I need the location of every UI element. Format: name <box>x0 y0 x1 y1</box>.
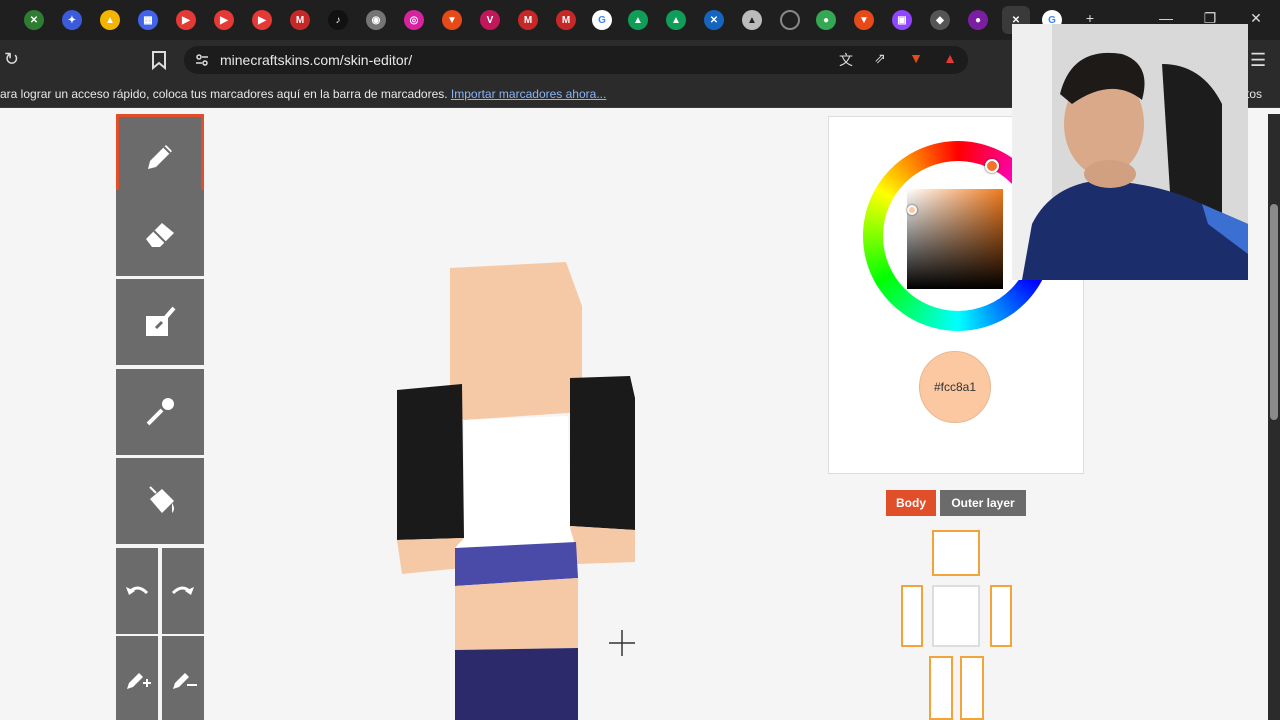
grid-icon[interactable]: ▦ <box>138 10 158 30</box>
skin-head[interactable] <box>450 262 582 420</box>
app-icon[interactable]: ● <box>968 10 988 30</box>
part-right-arm[interactable] <box>901 585 923 647</box>
part-left-arm[interactable] <box>990 585 1012 647</box>
loading-icon[interactable] <box>780 10 800 30</box>
tiktok-icon[interactable]: ♪ <box>328 10 348 30</box>
youtube-icon[interactable]: ▶ <box>214 10 234 30</box>
darken-tool-button[interactable] <box>162 636 204 720</box>
saturation-value-square[interactable] <box>907 189 1003 289</box>
bucket-tool-button[interactable] <box>116 458 204 544</box>
redo-icon <box>171 586 194 595</box>
bookmarks-message: ara lograr un acceso rápido, coloca tus … <box>0 87 606 101</box>
drive-icon[interactable]: ▲ <box>742 10 762 30</box>
xbox-icon[interactable]: ✕ <box>704 10 724 30</box>
bookmark-icon[interactable] <box>150 50 168 70</box>
bookmarks-message-text: ara lograr un acceso rápido, coloca tus … <box>0 87 448 101</box>
share-icon[interactable]: ⇗ <box>870 50 890 70</box>
page-scrollbar[interactable] <box>1268 114 1280 720</box>
skin-pants[interactable] <box>455 648 578 720</box>
darken-icon <box>173 673 197 689</box>
shield-icon[interactable]: ◆ <box>930 10 950 30</box>
skin-torso[interactable] <box>455 416 576 548</box>
hue-handle[interactable] <box>985 159 999 173</box>
current-color-swatch[interactable]: #fcc8a1 <box>919 351 991 423</box>
lighten-icon <box>127 673 151 689</box>
skin-legs-upper[interactable] <box>455 578 578 650</box>
import-bookmarks-link[interactable]: Importar marcadores ahora... <box>451 87 606 101</box>
part-body[interactable] <box>932 585 980 647</box>
instagram-icon[interactable]: ◎ <box>404 10 424 30</box>
drive-icon[interactable]: ▲ <box>628 10 648 30</box>
brave-shield-icon[interactable]: ▼ <box>906 50 926 70</box>
part-right-leg[interactable] <box>929 656 953 720</box>
scrollbar-thumb[interactable] <box>1270 204 1278 420</box>
site-info-icon[interactable] <box>194 52 210 68</box>
reload-icon[interactable]: ↻ <box>4 49 19 70</box>
menu-icon[interactable]: ☰ <box>1250 50 1266 71</box>
skin-left-arm-sleeve[interactable] <box>570 376 635 530</box>
bookmarks-right-fragment: tos <box>1246 87 1263 101</box>
webcam-overlay <box>1012 24 1248 280</box>
brush-icon <box>146 306 176 336</box>
brave-icon[interactable]: ▼ <box>854 10 874 30</box>
eyedropper-icon <box>146 398 174 426</box>
chrome-icon[interactable]: ◉ <box>366 10 386 30</box>
lighten-tool-button[interactable] <box>116 636 158 720</box>
outer-layer-button[interactable]: Outer layer <box>940 490 1026 516</box>
eyedropper-tool-button[interactable] <box>116 369 204 455</box>
body-layer-button[interactable]: Body <box>886 490 936 516</box>
translate-icon[interactable]: 文 <box>836 50 856 70</box>
eraser-icon <box>146 223 174 247</box>
drive-icon[interactable]: ▲ <box>100 10 120 30</box>
youtube-icon[interactable]: ▶ <box>252 10 272 30</box>
brush-tool-button[interactable] <box>116 279 204 365</box>
brave-icon[interactable]: ▼ <box>442 10 462 30</box>
vivaldi-icon[interactable]: V <box>480 10 500 30</box>
skin-right-hand[interactable] <box>397 538 464 574</box>
skin-preview[interactable] <box>380 248 660 720</box>
part-head[interactable] <box>932 530 980 576</box>
redo-button[interactable] <box>162 548 204 634</box>
skin-left-hand[interactable] <box>570 526 635 564</box>
gmail-icon[interactable]: M <box>556 10 576 30</box>
drive-icon[interactable]: ▲ <box>666 10 686 30</box>
green-x-icon[interactable]: ✕ <box>24 10 44 30</box>
skin-right-arm-sleeve[interactable] <box>397 384 464 540</box>
undo-icon <box>126 586 149 595</box>
undo-button[interactable] <box>116 548 158 634</box>
google-icon[interactable]: G <box>592 10 612 30</box>
saturation-handle[interactable] <box>907 205 917 215</box>
current-color-hex: #fcc8a1 <box>933 380 977 394</box>
gmail-icon[interactable]: M <box>290 10 310 30</box>
address-bar[interactable]: minecraftskins.com/skin-editor/ 文 ⇗ ▼ ▲ <box>184 46 968 74</box>
url-text[interactable]: minecraftskins.com/skin-editor/ <box>220 52 412 68</box>
webcam-image <box>1012 24 1248 280</box>
sparkle-icon[interactable]: ✦ <box>62 10 82 30</box>
crosshair-cursor <box>609 630 635 656</box>
youtube-icon[interactable]: ▶ <box>176 10 196 30</box>
eraser-tool-button[interactable] <box>116 190 204 276</box>
gmail-icon[interactable]: M <box>518 10 538 30</box>
brave-rewards-icon[interactable]: ▲ <box>940 50 960 70</box>
twitch-icon[interactable]: ▣ <box>892 10 912 30</box>
maps-icon[interactable]: ● <box>816 10 836 30</box>
pencil-icon <box>148 145 172 169</box>
pencil-tool-button[interactable] <box>116 114 204 200</box>
bucket-icon <box>149 486 174 513</box>
part-left-leg[interactable] <box>960 656 984 720</box>
